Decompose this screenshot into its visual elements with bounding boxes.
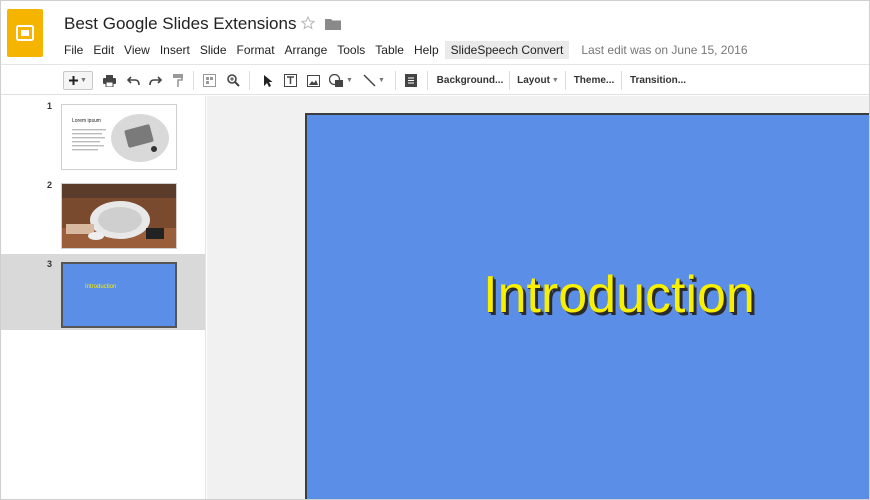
toolbar-divider: [249, 71, 250, 90]
slide-number: 3: [47, 259, 53, 269]
undo-icon: [126, 75, 140, 86]
toolbar-divider: [395, 71, 396, 90]
menu-arrange[interactable]: Arrange: [285, 43, 328, 57]
comment-button[interactable]: [403, 71, 419, 90]
text-box-icon: [283, 74, 297, 87]
chevron-down-icon: ▼: [378, 77, 385, 84]
slide-thumbnail-2[interactable]: [61, 183, 177, 249]
slide-1-thumbnail-title: Lorem ipsum: [72, 118, 101, 124]
undo-button[interactable]: [125, 71, 141, 90]
redo-button[interactable]: [147, 71, 163, 90]
layout-button[interactable]: Layout ▼: [515, 71, 561, 90]
layout-grid-button[interactable]: [201, 71, 217, 90]
transition-button[interactable]: Transition...: [627, 71, 689, 90]
slide-2-photo: [62, 184, 176, 248]
slide-title[interactable]: Introduction: [307, 265, 869, 325]
menu-slidespeech-convert[interactable]: SlideSpeech Convert: [444, 41, 570, 59]
slide-number: 2: [47, 180, 53, 190]
toolbar-divider: [427, 71, 428, 90]
menu-slide[interactable]: Slide: [200, 43, 227, 57]
zoom-icon: [226, 74, 240, 87]
filmstrip-slide-1[interactable]: 1 Lorem ipsum: [1, 96, 205, 172]
toolbar-divider: [193, 71, 194, 90]
slide-canvas: Introduction: [207, 96, 869, 499]
menu-format[interactable]: Format: [237, 43, 275, 57]
document-title[interactable]: Best Google Slides Extensions: [64, 14, 296, 34]
menu-table[interactable]: Table: [375, 43, 404, 57]
paint-format-icon: [173, 74, 183, 87]
zoom-button[interactable]: [225, 71, 241, 90]
shape-icon: [329, 73, 344, 88]
app-window: Best Google Slides Extensions File Edit …: [0, 0, 870, 500]
menu-file[interactable]: File: [64, 43, 83, 57]
select-cursor-icon: [263, 74, 273, 88]
slides-logo-icon[interactable]: [7, 9, 43, 57]
filmstrip-slide-2[interactable]: 2: [1, 175, 205, 251]
menu-view[interactable]: View: [124, 43, 150, 57]
line-button[interactable]: ▼: [361, 71, 387, 90]
image-icon: [306, 74, 320, 87]
last-edit-link[interactable]: Last edit was on June 15, 2016: [581, 43, 747, 57]
slide-number: 1: [47, 101, 53, 111]
slide-1-preview-art: [62, 105, 176, 169]
filmstrip-slide-3[interactable]: 3 Introduction: [1, 254, 205, 330]
menu-help[interactable]: Help: [414, 43, 439, 57]
background-button[interactable]: Background...: [435, 71, 505, 90]
slide-thumbnail-1[interactable]: Lorem ipsum: [61, 104, 177, 170]
select-button[interactable]: [261, 71, 275, 90]
plus-icon: [69, 76, 79, 85]
new-slide-button[interactable]: ▼: [63, 71, 93, 90]
shape-button[interactable]: ▼: [327, 71, 355, 90]
toolbar-divider: [509, 71, 510, 90]
menu-insert[interactable]: Insert: [160, 43, 190, 57]
comment-icon: [405, 74, 417, 87]
chevron-down-icon: ▼: [80, 77, 87, 84]
layout-grid-icon: [202, 74, 216, 87]
slide-thumbnail-3[interactable]: Introduction: [61, 262, 177, 328]
toolbar-divider: [621, 71, 622, 90]
folder-icon[interactable]: [325, 17, 341, 35]
menu-bar: File Edit View Insert Slide Format Arran…: [64, 41, 748, 59]
layout-label: Layout: [517, 75, 550, 86]
current-slide[interactable]: Introduction: [305, 113, 869, 499]
toolbar-divider: [565, 71, 566, 90]
line-icon: [363, 74, 376, 87]
menu-tools[interactable]: Tools: [337, 43, 365, 57]
print-button[interactable]: [101, 71, 117, 90]
chevron-down-icon: ▼: [346, 77, 353, 84]
menu-edit[interactable]: Edit: [93, 43, 114, 57]
chevron-down-icon: ▼: [551, 77, 559, 84]
slide-filmstrip: 1 Lorem ipsum 2 3 Introduction: [1, 96, 206, 499]
toolbar: ▼ ▼ ▼ Background... Layout ▼ Theme... Tr…: [1, 64, 869, 95]
paint-format-button[interactable]: [171, 71, 185, 90]
slide-3-thumbnail-title: Introduction: [85, 284, 117, 290]
print-icon: [102, 74, 116, 87]
redo-icon: [148, 75, 162, 86]
star-icon[interactable]: [300, 15, 316, 35]
image-button[interactable]: [305, 71, 321, 90]
text-box-button[interactable]: [282, 71, 298, 90]
theme-button[interactable]: Theme...: [571, 71, 617, 90]
